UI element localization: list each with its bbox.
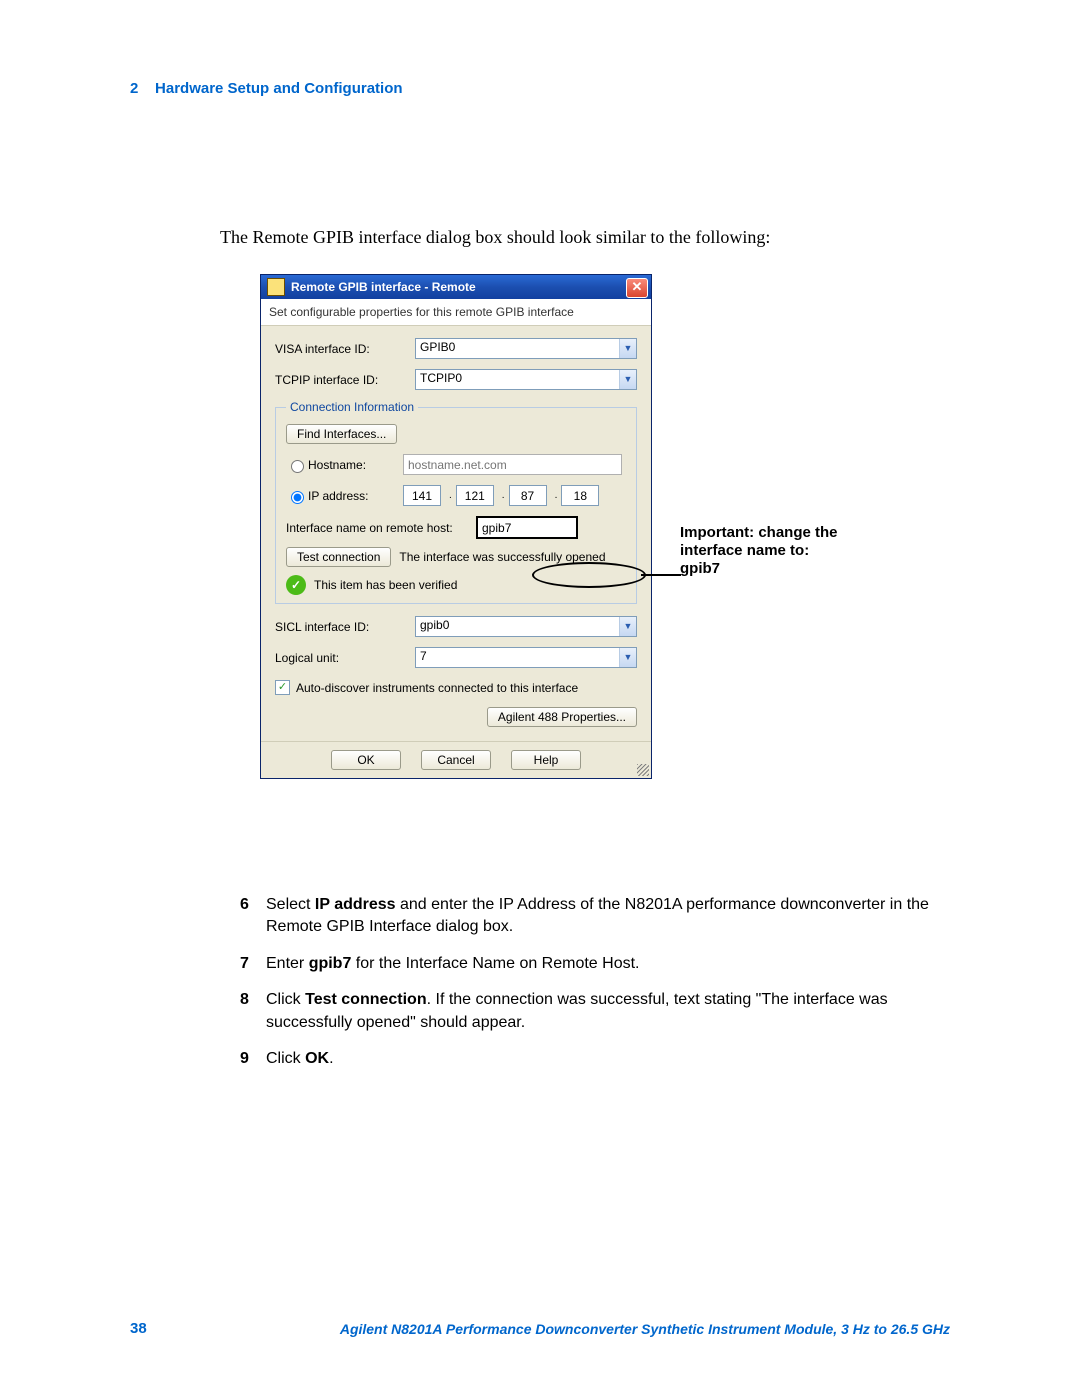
connection-legend: Connection Information	[286, 400, 418, 414]
connection-fieldset: Connection Information Find Interfaces..…	[275, 400, 637, 604]
step-number: 9	[240, 1048, 266, 1070]
ip-octet-4[interactable]	[561, 485, 599, 506]
test-connection-button[interactable]: Test connection	[286, 547, 391, 567]
tcpip-combo[interactable]: TCPIP0 ▼	[415, 369, 637, 390]
page-footer: 38 Agilent N8201A Performance Downconver…	[130, 1320, 950, 1337]
step-text: Select IP address and enter the IP Addre…	[266, 894, 950, 939]
help-button[interactable]: Help	[511, 750, 581, 770]
step-number: 7	[240, 953, 266, 975]
instruction-item: 6Select IP address and enter the IP Addr…	[240, 894, 950, 939]
checkmark-icon: ✓	[286, 575, 306, 595]
logical-unit-combo[interactable]: 7 ▼	[415, 647, 637, 668]
step-number: 6	[240, 894, 266, 939]
instruction-item: 7Enter gpib7 for the Interface Name on R…	[240, 953, 950, 975]
instructions-list: 6Select IP address and enter the IP Addr…	[240, 894, 950, 1070]
step-text: Click OK.	[266, 1048, 950, 1070]
step-text: Click Test connection. If the connection…	[266, 989, 950, 1034]
sicl-label: SICL interface ID:	[275, 620, 415, 634]
chevron-down-icon[interactable]: ▼	[619, 370, 636, 389]
find-interfaces-button[interactable]: Find Interfaces...	[286, 424, 397, 444]
ip-octet-1[interactable]	[403, 485, 441, 506]
visa-combo[interactable]: GPIB0 ▼	[415, 338, 637, 359]
ip-octet-3[interactable]	[509, 485, 547, 506]
chapter-number: 2	[130, 80, 138, 97]
ip-octet-2[interactable]	[456, 485, 494, 506]
tcpip-value: TCPIP0	[416, 370, 619, 389]
dialog-titlebar[interactable]: Remote GPIB interface - Remote ✕	[261, 275, 651, 299]
ok-button[interactable]: OK	[331, 750, 401, 770]
dialog-subtitle: Set configurable properties for this rem…	[261, 299, 651, 326]
chapter-title: Hardware Setup and Configuration	[155, 80, 403, 97]
chevron-down-icon[interactable]: ▼	[619, 339, 636, 358]
chevron-down-icon[interactable]: ▼	[619, 648, 636, 667]
hostname-input[interactable]	[403, 454, 622, 475]
verified-text: This item has been verified	[314, 578, 457, 592]
test-result-text: The interface was successfully opened	[399, 550, 605, 564]
visa-label: VISA interface ID:	[275, 342, 415, 356]
screenshot-figure: Remote GPIB interface - Remote ✕ Set con…	[260, 274, 950, 874]
cancel-button[interactable]: Cancel	[421, 750, 491, 770]
intro-text: The Remote GPIB interface dialog box sho…	[220, 227, 950, 248]
visa-value: GPIB0	[416, 339, 619, 358]
agilent-488-button[interactable]: Agilent 488 Properties...	[487, 707, 637, 727]
remote-gpib-dialog: Remote GPIB interface - Remote ✕ Set con…	[260, 274, 652, 779]
dialog-app-icon	[267, 278, 285, 296]
doc-title: Agilent N8201A Performance Downconverter…	[340, 1321, 950, 1337]
logical-unit-value: 7	[416, 648, 619, 667]
hostname-label: Hostname:	[308, 458, 403, 472]
ipaddress-radio[interactable]	[291, 491, 304, 504]
dialog-title: Remote GPIB interface - Remote	[291, 280, 476, 294]
sicl-value: gpib0	[416, 617, 619, 636]
remote-iface-label: Interface name on remote host:	[286, 521, 476, 535]
page-number: 38	[130, 1320, 147, 1337]
autodiscover-checkbox[interactable]: ✓	[275, 680, 290, 695]
logical-unit-label: Logical unit:	[275, 651, 415, 665]
hostname-radio[interactable]	[291, 460, 304, 473]
resize-grip-icon[interactable]	[637, 764, 649, 776]
close-button[interactable]: ✕	[626, 278, 648, 298]
sicl-combo[interactable]: gpib0 ▼	[415, 616, 637, 637]
tcpip-label: TCPIP interface ID:	[275, 373, 415, 387]
autodiscover-label: Auto-discover instruments connected to t…	[296, 681, 578, 695]
step-number: 8	[240, 989, 266, 1034]
instruction-item: 8Click Test connection. If the connectio…	[240, 989, 950, 1034]
chevron-down-icon[interactable]: ▼	[619, 617, 636, 636]
callout-line	[641, 574, 681, 576]
ipaddress-label: IP address:	[308, 489, 403, 503]
instruction-item: 9Click OK.	[240, 1048, 950, 1070]
callout-text: Important: change the interface name to:…	[680, 524, 838, 578]
chapter-header: 2 Hardware Setup and Configuration	[130, 80, 950, 97]
step-text: Enter gpib7 for the Interface Name on Re…	[266, 953, 950, 975]
remote-iface-input[interactable]	[476, 516, 578, 539]
